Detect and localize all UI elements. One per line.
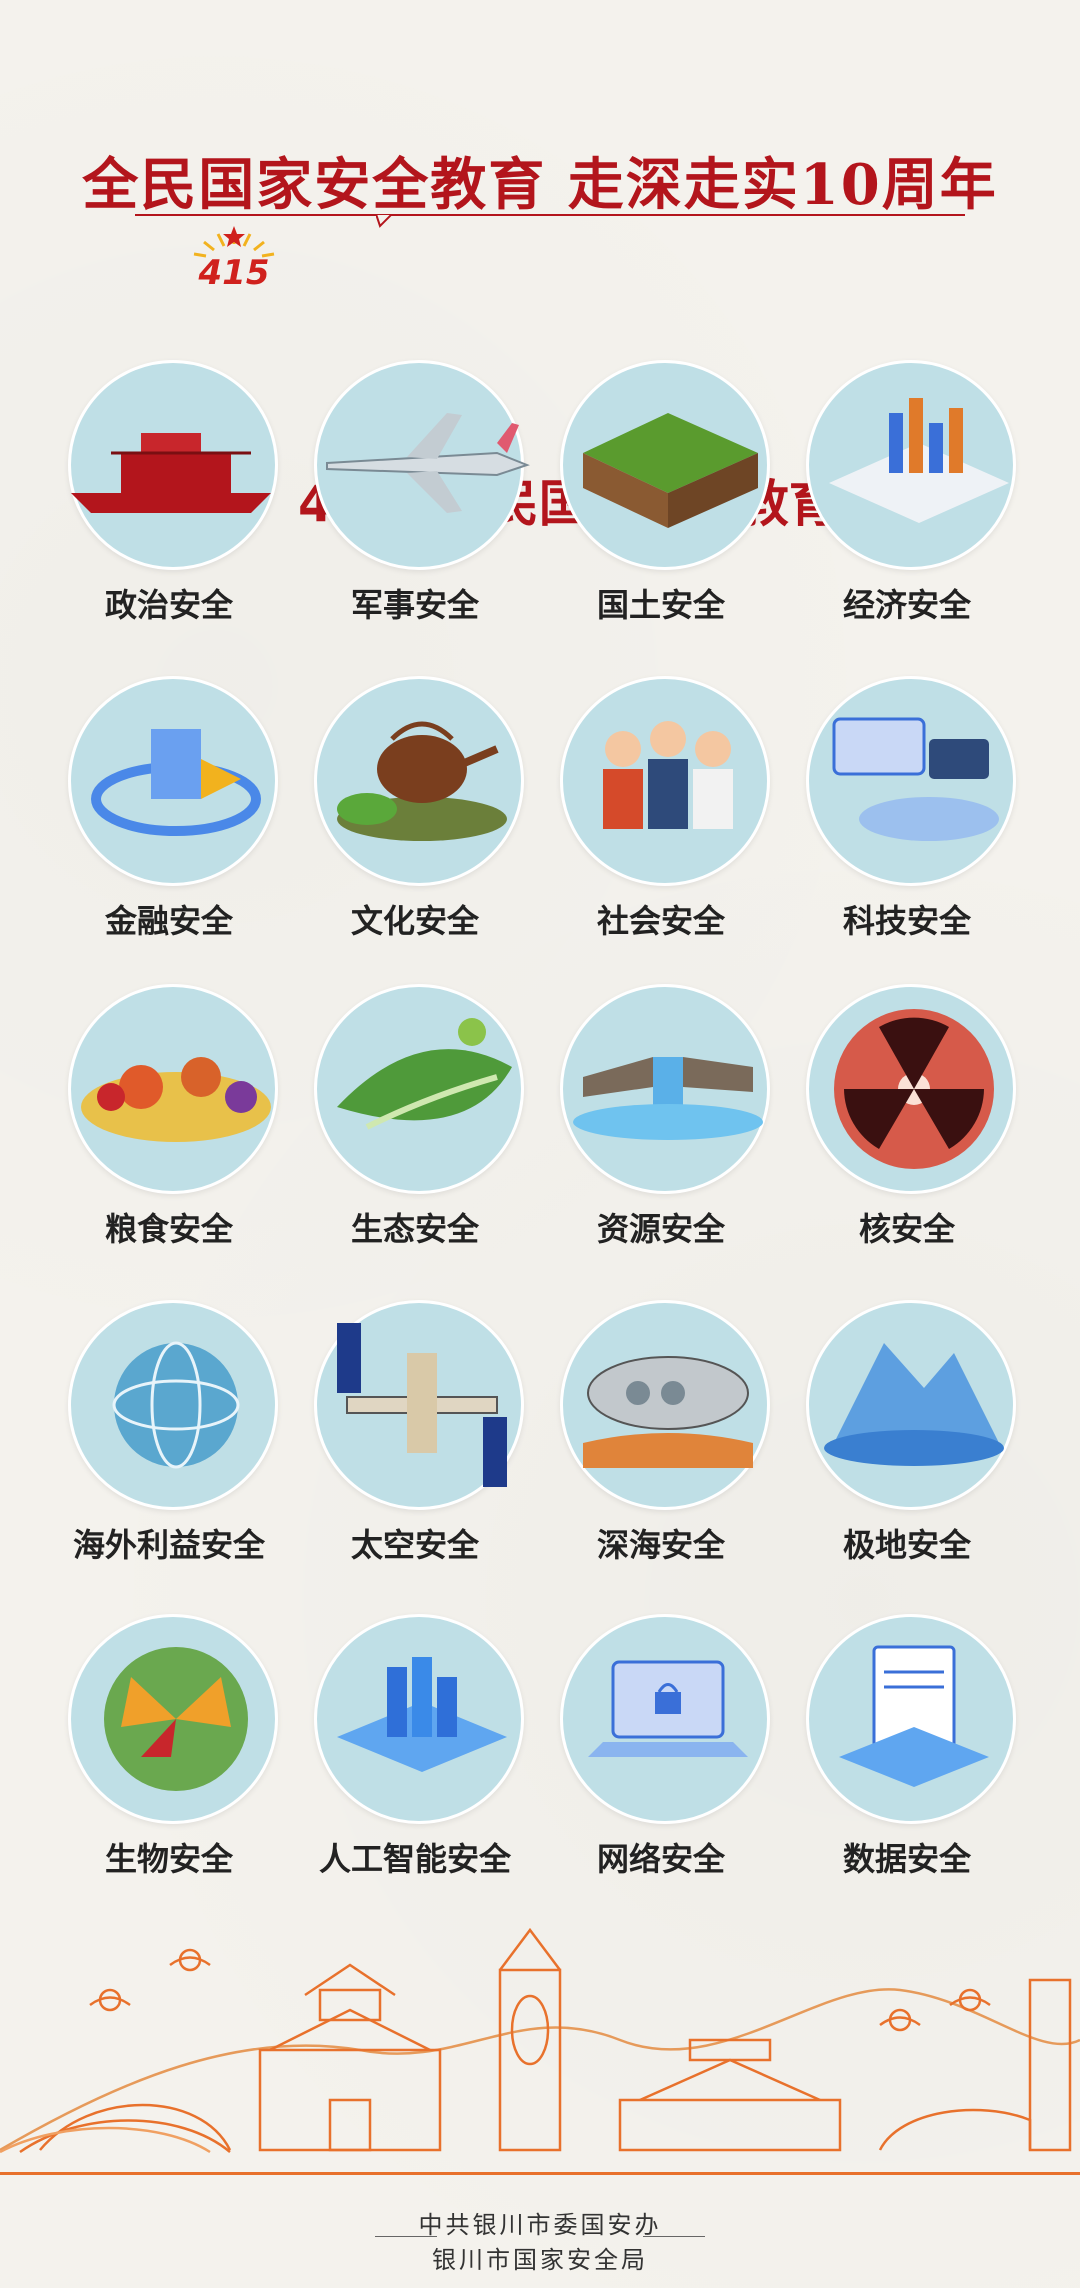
topic-illustration [560,360,770,570]
topic-label: 军事安全 [350,586,479,624]
footer-baseline [0,2172,1080,2175]
topic-label: 生态安全 [350,1210,479,1248]
green-leaf-icon [337,1018,512,1130]
topic-illustration [68,360,278,570]
topic-label: 金融安全 [104,902,233,940]
topic-illustration [314,1300,524,1510]
topic-illustration [314,984,524,1194]
grain-harvest-icon [81,1057,271,1142]
topic-illustration [806,676,1016,886]
topic-illustration [560,984,770,1194]
topic-label: 文化安全 [350,902,479,940]
title-divider [135,214,965,216]
topic-card: 数据安全 [802,1614,1022,1914]
topic-label: 资源安全 [596,1210,725,1248]
topic-label: 科技安全 [842,902,971,940]
topic-illustration [314,1614,524,1824]
topic-card: 网络安全 [556,1614,776,1914]
topic-card: 经济安全 [802,360,1022,660]
topic-illustration [806,360,1016,570]
badge-415-logo: 415 [193,226,275,292]
data-document-icon [839,1645,989,1787]
topic-card: 深海安全 [556,1300,776,1600]
topic-card: 军事安全 [310,360,530,660]
fighter-jet-icon [326,413,530,513]
topic-label: 深海安全 [596,1526,725,1564]
butterfly-icon [104,1647,248,1791]
topic-card: 核安全 [802,984,1022,1284]
topic-label: 核安全 [858,1210,955,1248]
org-line-1: 中共银川市委国安办 [418,2211,662,2239]
topic-card: 社会安全 [556,676,776,976]
tech-screen-icon [832,717,999,841]
topic-label: 经济安全 [842,586,971,624]
topic-illustration [68,1300,278,1510]
topic-card: 资源安全 [556,984,776,1284]
topic-illustration [68,676,278,886]
teapot-icon [337,721,507,841]
main-title: 全民国家安全教育 走深走实10周年 [82,152,998,218]
topic-illustration [806,984,1016,1194]
svg-text:415: 415 [198,253,270,292]
topic-card: 海外利益安全 [64,1300,284,1600]
topic-illustration [314,360,530,570]
waterfall-icon [573,1057,763,1140]
ai-chip-icon [337,1657,507,1772]
topic-card: 太空安全 [310,1300,530,1600]
topic-illustration [314,676,524,886]
topic-label: 人工智能安全 [318,1840,511,1878]
topic-illustration [806,1300,1016,1510]
topic-label: 数据安全 [842,1840,971,1878]
topic-card: 科技安全 [802,676,1022,976]
topic-card: 极地安全 [802,1300,1022,1600]
people-group-icon [603,721,733,829]
topic-card: 政治安全 [64,360,284,660]
topic-illustration [560,1300,770,1510]
topic-card: 人工智能安全 [310,1614,530,1914]
laptop-lock-icon [588,1660,748,1757]
land-block-icon [583,413,758,528]
topic-label: 粮食安全 [104,1210,233,1248]
topic-label: 政治安全 [104,586,233,624]
topic-card: 文化安全 [310,676,530,976]
topic-illustration [68,984,278,1194]
bar-chart-icon [829,398,1009,523]
topic-illustration [806,1614,1016,1824]
red-boat-icon [71,433,271,513]
org-line-2: 银川市国家安全局 [432,2246,648,2274]
globe-icon [112,1341,240,1469]
topic-label: 生物安全 [104,1840,233,1878]
topic-card: 生态安全 [310,984,530,1284]
submarine-icon [583,1356,753,1468]
topic-card: 金融安全 [64,676,284,976]
iceberg-icon [824,1343,1004,1466]
topic-card: 粮食安全 [64,984,284,1284]
topic-label: 海外利益安全 [72,1526,265,1564]
city-skyline-illustration [0,1927,1080,2154]
topic-illustration [560,1614,770,1824]
topic-label: 极地安全 [842,1526,971,1564]
topic-illustration [68,1614,278,1824]
finance-cube-icon [91,729,261,836]
divider-notch [376,214,392,228]
topic-label: 太空安全 [350,1526,479,1564]
topic-label: 社会安全 [596,902,725,940]
topic-label: 国土安全 [596,586,725,624]
topic-label: 网络安全 [596,1840,725,1878]
topic-illustration [560,676,770,886]
radiation-icon [834,1009,994,1169]
topic-card: 生物安全 [64,1614,284,1914]
topic-card: 国土安全 [556,360,776,660]
space-station-icon [337,1323,507,1487]
